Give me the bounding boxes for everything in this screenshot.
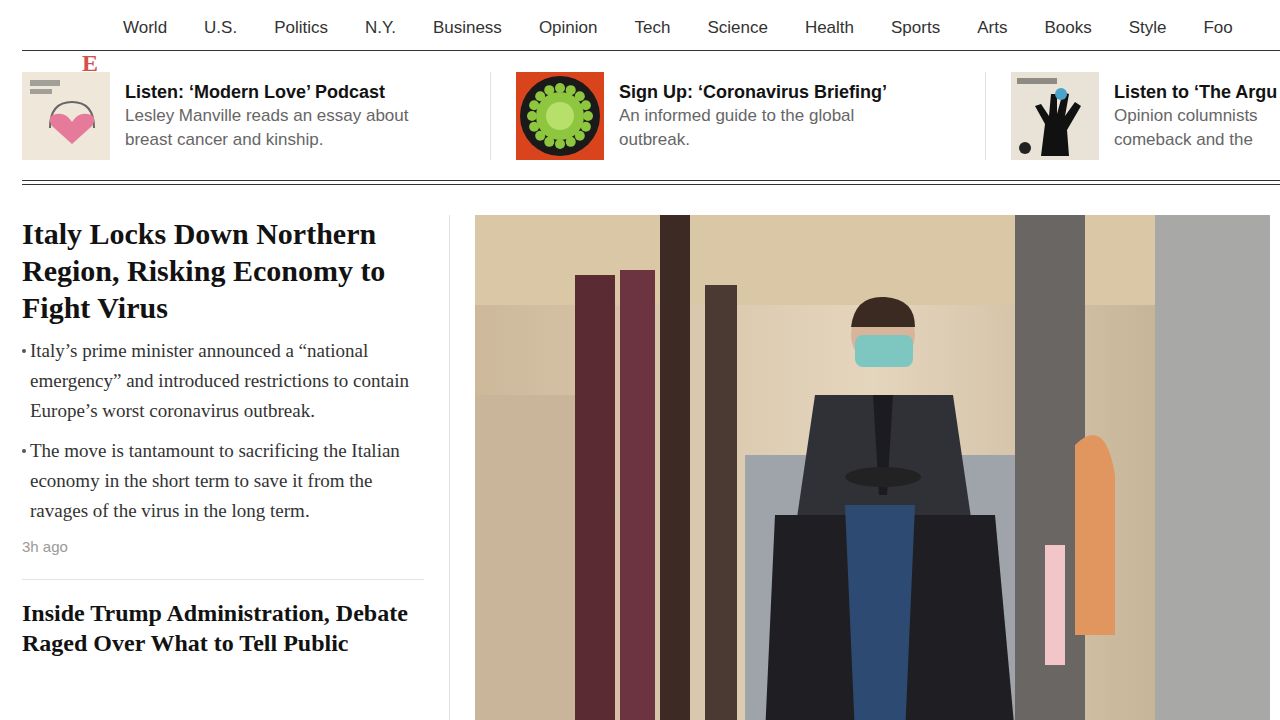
promo-thumbnail bbox=[1011, 72, 1099, 160]
headphones-heart-icon bbox=[22, 72, 110, 160]
promo-title[interactable]: Sign Up: ‘Coronavirus Briefing’ bbox=[619, 80, 887, 104]
section-nav: World U.S. Politics N.Y. Business Opinion Tech… bbox=[22, 0, 1280, 51]
news-homepage: E World U.S. Politics N.Y. Business Opinion Tec… bbox=[0, 0, 1280, 720]
photo-image bbox=[475, 215, 1270, 720]
nav-item[interactable]: Science bbox=[707, 18, 767, 38]
story-divider bbox=[22, 579, 424, 580]
promo-text: Sign Up: ‘Coronavirus Briefing’An inform… bbox=[619, 72, 887, 160]
promo-strip: Listen: ‘Modern Love’ PodcastLesley Manv… bbox=[22, 51, 1280, 180]
promo-title[interactable]: Listen: ‘Modern Love’ Podcast bbox=[125, 80, 409, 104]
nav-item[interactable]: Politics bbox=[274, 18, 328, 38]
promo-item[interactable]: Sign Up: ‘Coronavirus Briefing’An inform… bbox=[490, 72, 985, 160]
nav-item[interactable]: Opinion bbox=[539, 18, 598, 38]
timestamp: 3h ago bbox=[22, 538, 424, 555]
promo-summary: An informed guide to the global bbox=[619, 104, 887, 128]
nav-item[interactable]: Arts bbox=[977, 18, 1007, 38]
promo-title[interactable]: Listen to ‘The Argu bbox=[1114, 80, 1277, 104]
lead-headline[interactable]: Italy Locks Down Northern Region, Riskin… bbox=[22, 215, 424, 326]
promo-item[interactable]: Listen to ‘The ArguOpinion columnistscom… bbox=[985, 72, 1280, 160]
promo-item[interactable]: Listen: ‘Modern Love’ PodcastLesley Manv… bbox=[22, 72, 490, 160]
summary-item: The move is tantamount to sacrificing th… bbox=[22, 436, 424, 526]
story-column: Italy Locks Down Northern Region, Riskin… bbox=[22, 215, 450, 720]
promo-thumbnail bbox=[22, 72, 110, 160]
virus-icon bbox=[516, 72, 604, 160]
summary-item: Italy’s prime minister announced a “nati… bbox=[22, 336, 424, 426]
nav-item[interactable]: Sports bbox=[891, 18, 940, 38]
nav-item[interactable]: N.Y. bbox=[365, 18, 396, 38]
nav-item[interactable]: Health bbox=[805, 18, 854, 38]
lead-photo[interactable] bbox=[475, 215, 1270, 720]
nav-item[interactable]: Tech bbox=[634, 18, 670, 38]
promo-text: Listen to ‘The ArguOpinion columnistscom… bbox=[1114, 72, 1277, 160]
summary-list: Italy’s prime minister announced a “nati… bbox=[22, 336, 424, 526]
bullet-icon bbox=[22, 349, 26, 353]
watermark-logo: E bbox=[82, 50, 98, 77]
promo-summary: Lesley Manville reads an essay about bbox=[125, 104, 409, 128]
nav-item[interactable]: Style bbox=[1129, 18, 1167, 38]
nav-item[interactable]: World bbox=[123, 18, 167, 38]
promo-summary: Opinion columnists bbox=[1114, 104, 1277, 128]
promo-summary: breast cancer and kinship. bbox=[125, 128, 409, 152]
double-rule bbox=[22, 180, 1280, 185]
promo-text: Listen: ‘Modern Love’ PodcastLesley Manv… bbox=[125, 72, 409, 160]
main-content: Italy Locks Down Northern Region, Riskin… bbox=[22, 185, 1280, 720]
nav-item[interactable]: Business bbox=[433, 18, 502, 38]
next-headline[interactable]: Inside Trump Administration, Debate Rage… bbox=[22, 598, 424, 658]
bullet-icon bbox=[22, 449, 26, 453]
promo-summary: comeback and the bbox=[1114, 128, 1277, 152]
promo-thumbnail bbox=[516, 72, 604, 160]
nav-item[interactable]: Foo bbox=[1203, 18, 1232, 38]
nav-item[interactable]: Books bbox=[1044, 18, 1091, 38]
promo-summary: outbreak. bbox=[619, 128, 887, 152]
raised-hand-icon bbox=[1011, 72, 1099, 160]
nav-item[interactable]: U.S. bbox=[204, 18, 237, 38]
